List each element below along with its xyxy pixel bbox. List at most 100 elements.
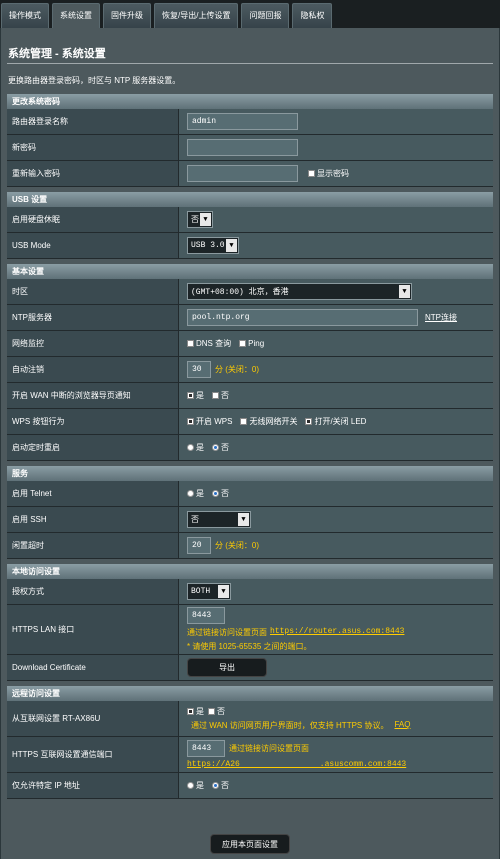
- row-scheduled-reboot: 启动定时重启 是 否: [7, 435, 493, 461]
- ssh-label: 启用 SSH: [7, 507, 179, 532]
- row-wan-access: 从互联网设置 RT-AX86U 是 否 通过 WAN 访问网页用户界面时，仅支持…: [7, 701, 493, 737]
- ntp-link[interactable]: NTP连接: [425, 312, 457, 323]
- auth-method-label: 授权方式: [7, 579, 179, 604]
- login-name-input[interactable]: admin: [187, 113, 298, 130]
- section-header-usb: USB 设置: [7, 192, 493, 207]
- wps-led-radio[interactable]: [305, 418, 313, 425]
- auto-logout-label: 自动注销: [7, 357, 179, 382]
- ntp-server-input[interactable]: pool.ntp.org: [187, 309, 418, 326]
- https-wan-link-prefix: 通过链接访问设置页面: [229, 744, 309, 753]
- auto-logout-hint: 分 (关闭：0): [215, 365, 259, 374]
- telnet-yes-label: 是: [196, 489, 204, 498]
- wps-label: WPS 按钮行为: [7, 409, 179, 434]
- dns-query-label: DNS 查询: [196, 339, 232, 348]
- reboot-no-radio[interactable]: [212, 444, 219, 451]
- usb-mode-selected-value: USB 3.0: [191, 241, 225, 250]
- tab-operation-mode[interactable]: 操作模式: [1, 3, 49, 28]
- chevron-down-icon: ▼: [218, 585, 229, 598]
- page-title: 系统管理 - 系统设置: [8, 48, 106, 60]
- row-auto-logout: 自动注销 30 分 (关闭：0): [7, 357, 493, 383]
- tab-privacy[interactable]: 隐私权: [292, 3, 333, 28]
- reboot-yes-label: 是: [196, 443, 204, 452]
- chevron-down-icon: ▼: [226, 239, 237, 252]
- tab-restore-save-upload[interactable]: 恢复/导出/上传设置: [154, 3, 239, 28]
- telnet-no-label: 否: [221, 489, 229, 498]
- show-password-checkbox[interactable]: [308, 170, 315, 177]
- row-network-monitor: 网络监控 DNS 查询 Ping: [7, 331, 493, 357]
- wan-access-label: 从互联网设置 RT-AX86U: [7, 701, 179, 736]
- idle-timeout-input[interactable]: 20: [187, 537, 211, 554]
- wan-access-no-radio[interactable]: [208, 708, 215, 715]
- ping-label: Ping: [248, 339, 265, 348]
- wan-notify-no-radio[interactable]: [212, 392, 219, 399]
- tab-feedback[interactable]: 问题回报: [241, 3, 290, 28]
- export-certificate-button[interactable]: 导出: [187, 658, 267, 677]
- https-wan-link[interactable]: https://A26 .asuscomm.com:8443: [187, 760, 406, 769]
- show-password-label: 显示密码: [317, 169, 349, 178]
- specific-ip-label: 仅允许特定 IP 地址: [7, 773, 179, 798]
- timezone-select[interactable]: (GMT+08:00) 北京，香港 ▼: [187, 283, 412, 300]
- auth-method-selected-value: BOTH: [191, 587, 211, 596]
- hibernate-label: 启用硬盘休眠: [7, 207, 179, 232]
- idle-timeout-hint: 分 (关闭：0): [215, 541, 259, 550]
- chevron-down-icon: ▼: [200, 213, 211, 226]
- tab-system-settings[interactable]: 系统设置: [52, 3, 100, 28]
- settings-page: 系统管理 - 系统设置 更换路由器登录密码，时区与 NTP 服务器设置。 更改系…: [1, 28, 499, 859]
- row-ssh: 启用 SSH 否 ▼: [7, 507, 493, 533]
- row-wps-button: WPS 按钮行为 开启 WPS 无线网络开关 打开/关闭 LED: [7, 409, 493, 435]
- new-password-input[interactable]: [187, 139, 298, 156]
- wan-access-note: 通过 WAN 访问网页用户界面时，仅支持 HTTPS 协议。: [191, 721, 389, 730]
- https-port-note: * 请使用 1025-65535 之间的端口。: [187, 642, 312, 651]
- row-new-password: 新密码: [7, 135, 493, 161]
- netmon-label: 网络监控: [7, 331, 179, 356]
- wps-wireless-toggle-radio[interactable]: [240, 418, 248, 425]
- reboot-label: 启动定时重启: [7, 435, 179, 460]
- row-telnet: 启用 Telnet 是 否: [7, 481, 493, 507]
- https-wan-port-input[interactable]: 8443: [187, 740, 225, 757]
- page-description: 更换路由器登录密码，时区与 NTP 服务器设置。: [8, 76, 181, 85]
- ntp-label: NTP服务器: [7, 305, 179, 330]
- wps-wireless-toggle-label: 无线网络开关: [249, 417, 298, 426]
- hibernate-select[interactable]: 否 ▼: [187, 211, 213, 228]
- telnet-yes-radio[interactable]: [187, 490, 194, 497]
- specific-ip-yes-label: 是: [196, 781, 204, 790]
- specific-ip-yes-radio[interactable]: [187, 782, 194, 789]
- chevron-down-icon: ▼: [238, 513, 249, 526]
- wan-access-yes-radio[interactable]: [187, 708, 194, 715]
- confirm-password-input[interactable]: [187, 165, 298, 182]
- download-cert-label: Download Certificate: [7, 655, 179, 680]
- wan-notify-label: 开启 WAN 中断的浏览器导页通知: [7, 383, 179, 408]
- wps-enable-label: 开启 WPS: [196, 417, 233, 426]
- specific-ip-no-label: 否: [221, 781, 229, 790]
- dns-query-checkbox[interactable]: [187, 340, 194, 347]
- tab-firmware-upgrade[interactable]: 固件升级: [103, 3, 151, 28]
- https-lan-port-label: HTTPS LAN 接口: [7, 605, 179, 654]
- https-lan-port-input[interactable]: 8443: [187, 607, 225, 624]
- section-header-service: 服务: [7, 466, 493, 481]
- section-header-remote-access: 远程访问设置: [7, 686, 493, 701]
- auth-method-select[interactable]: BOTH ▼: [187, 583, 231, 600]
- new-password-label: 新密码: [7, 135, 179, 160]
- row-login-name: 路由器登录名称 admin: [7, 109, 493, 135]
- usb-mode-select[interactable]: USB 3.0 ▼: [187, 237, 239, 254]
- telnet-no-radio[interactable]: [212, 490, 219, 497]
- timezone-selected-value: (GMT+08:00) 北京，香港: [191, 288, 289, 297]
- usb-mode-label: USB Mode: [7, 233, 179, 258]
- row-https-lan-port: HTTPS LAN 接口 8443 通过链接访问设置页面 https://rou…: [7, 605, 493, 655]
- auto-logout-input[interactable]: 30: [187, 361, 211, 378]
- wps-led-label: 打开/关闭 LED: [314, 417, 367, 426]
- wan-notify-yes-label: 是: [196, 391, 204, 400]
- faq-link[interactable]: FAQ: [394, 720, 410, 731]
- row-timezone: 时区 (GMT+08:00) 北京，香港 ▼: [7, 279, 493, 305]
- apply-settings-button[interactable]: 应用本页面设置: [210, 834, 290, 854]
- ping-checkbox[interactable]: [239, 340, 247, 347]
- specific-ip-no-radio[interactable]: [212, 782, 219, 789]
- telnet-label: 启用 Telnet: [7, 481, 179, 506]
- row-confirm-password: 重新输入密码 显示密码: [7, 161, 493, 187]
- ssh-select[interactable]: 否 ▼: [187, 511, 251, 528]
- wan-notify-yes-radio[interactable]: [187, 392, 194, 399]
- reboot-yes-radio[interactable]: [187, 444, 194, 451]
- reboot-no-label: 否: [221, 443, 229, 452]
- wps-enable-radio[interactable]: [187, 418, 194, 425]
- https-lan-link[interactable]: https://router.asus.com:8443: [270, 627, 404, 638]
